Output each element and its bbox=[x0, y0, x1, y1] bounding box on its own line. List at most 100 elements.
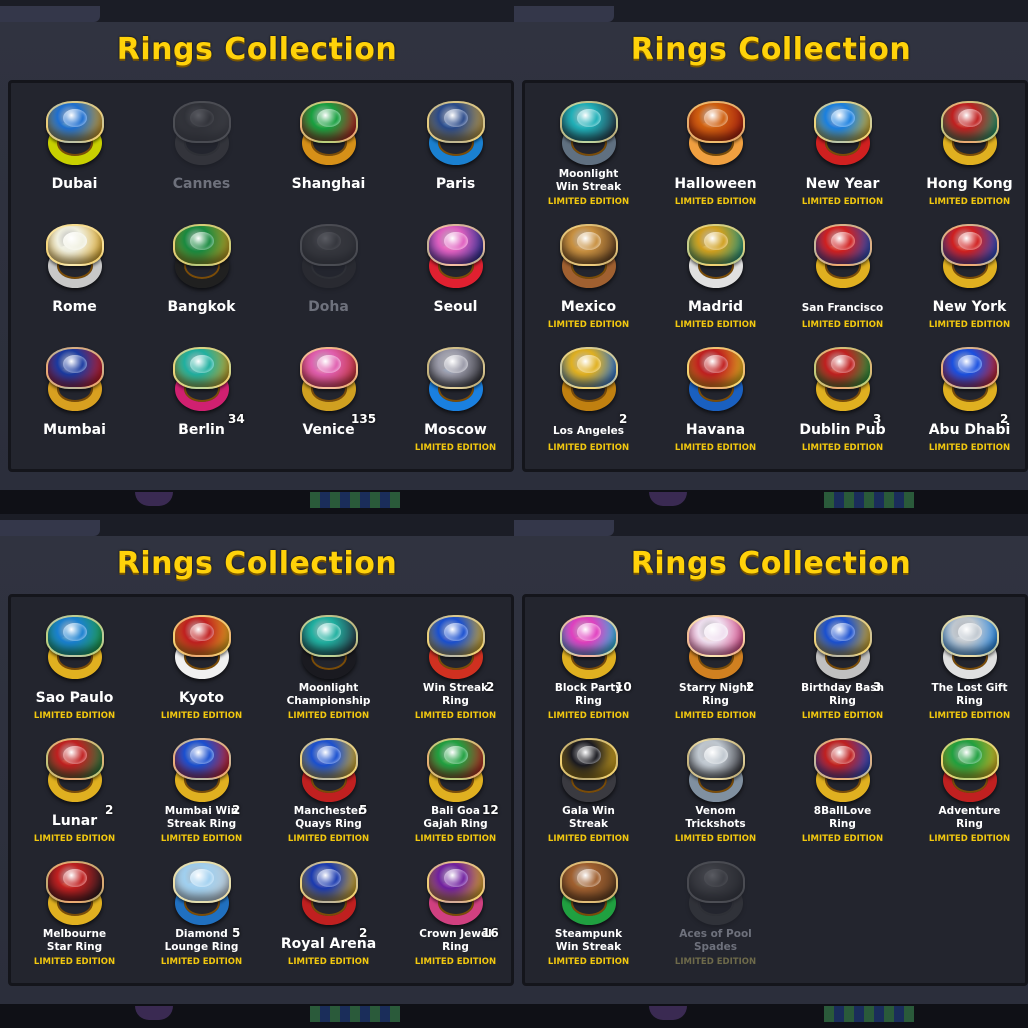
ring-icon bbox=[558, 99, 620, 167]
ring-name: 8BallLove Ring bbox=[813, 805, 872, 830]
ring-name: Mexico bbox=[560, 299, 617, 315]
limited-edition-label: LIMITED EDITION bbox=[160, 957, 243, 967]
ring-gem bbox=[444, 746, 468, 764]
ring-item[interactable]: Kyoto LIMITED EDITION bbox=[138, 597, 265, 721]
ring-item[interactable]: Bangkok bbox=[138, 206, 265, 329]
ring-name: Venom Trickshots bbox=[685, 805, 746, 830]
ring-name: Halloween bbox=[674, 176, 757, 192]
ring-item[interactable]: 34 Berlin bbox=[138, 329, 265, 452]
ring-item[interactable]: Gala Win Streak LIMITED EDITION bbox=[525, 720, 652, 844]
page-title: Rings Collection bbox=[630, 32, 912, 67]
ring-item[interactable]: Hong Kong LIMITED EDITION bbox=[906, 83, 1028, 207]
limited-edition-label: LIMITED EDITION bbox=[674, 957, 757, 967]
ring-item[interactable]: 12 Bali Goa Gajah Ring LIMITED EDITION bbox=[392, 720, 514, 844]
ring-icon bbox=[939, 736, 1001, 804]
ring-gem bbox=[577, 232, 601, 250]
ring-icon bbox=[171, 345, 233, 413]
ring-item[interactable]: New York LIMITED EDITION bbox=[906, 206, 1028, 330]
ring-icon bbox=[939, 613, 1001, 681]
ring-name: Sao Paulo bbox=[35, 690, 114, 706]
ring-item[interactable]: Dubai bbox=[11, 83, 138, 206]
ring-item[interactable]: Cannes bbox=[138, 83, 265, 206]
ring-item[interactable]: 2 Abu Dhabi LIMITED EDITION bbox=[906, 329, 1028, 453]
ring-gem bbox=[444, 869, 468, 887]
ring-item[interactable]: 2 Starry Night Ring LIMITED EDITION bbox=[652, 597, 779, 721]
ring-item[interactable]: Moscow LIMITED EDITION bbox=[392, 329, 514, 453]
ring-item[interactable]: Shanghai bbox=[265, 83, 392, 206]
ring-item[interactable]: 8BallLove Ring LIMITED EDITION bbox=[779, 720, 906, 844]
ring-name: Abu Dhabi bbox=[928, 422, 1011, 438]
ring-gem bbox=[704, 109, 728, 127]
ring-icon bbox=[425, 222, 487, 290]
ring-item[interactable]: The Lost Gift Ring LIMITED EDITION bbox=[906, 597, 1028, 721]
ring-icon bbox=[425, 859, 487, 927]
ring-item[interactable]: Moonlight Win Streak LIMITED EDITION bbox=[525, 83, 652, 207]
ring-gem bbox=[317, 746, 341, 764]
ring-item[interactable]: Steampunk Win Streak LIMITED EDITION bbox=[525, 843, 652, 967]
ring-item[interactable]: Doha bbox=[265, 206, 392, 329]
ring-item[interactable]: Moonlight Championship LIMITED EDITION bbox=[265, 597, 392, 721]
rings-collection-panel-2: Rings Collection Moonlight Win Streak LIMI… bbox=[514, 0, 1028, 514]
ring-item[interactable]: New Year LIMITED EDITION bbox=[779, 83, 906, 207]
ring-item[interactable]: Paris bbox=[392, 83, 514, 206]
ring-item[interactable]: Seoul bbox=[392, 206, 514, 329]
ring-name: Berlin bbox=[178, 422, 225, 438]
ring-icon bbox=[298, 222, 360, 290]
ring-name: Hong Kong bbox=[926, 176, 1013, 192]
ring-item[interactable]: Venom Trickshots LIMITED EDITION bbox=[652, 720, 779, 844]
ring-name: Paris bbox=[435, 176, 476, 192]
ring-name: Havana bbox=[685, 422, 746, 438]
ring-item[interactable]: 2 Lunar LIMITED EDITION bbox=[11, 720, 138, 844]
ring-item[interactable]: 2 Royal Arena LIMITED EDITION bbox=[265, 843, 392, 967]
ring-item[interactable]: San Francisco LIMITED EDITION bbox=[779, 206, 906, 330]
limited-edition-label: LIMITED EDITION bbox=[414, 443, 497, 453]
ring-icon bbox=[558, 222, 620, 290]
ring-item[interactable]: 16 Crown Jewel Ring LIMITED EDITION bbox=[392, 843, 514, 967]
limited-edition-label: LIMITED EDITION bbox=[547, 443, 630, 453]
ring-item[interactable]: 5 Diamond Lounge Ring LIMITED EDITION bbox=[138, 843, 265, 967]
ring-gem bbox=[577, 746, 601, 764]
ring-item[interactable]: Rome bbox=[11, 206, 138, 329]
ring-item[interactable]: Aces of Pool Spades LIMITED EDITION bbox=[652, 843, 779, 967]
ring-name: Steampunk Win Streak bbox=[554, 928, 623, 953]
ring-item[interactable]: Mumbai bbox=[11, 329, 138, 452]
ring-icon bbox=[44, 222, 106, 290]
ring-count-badge: 2 bbox=[619, 412, 628, 426]
ring-item[interactable]: Halloween LIMITED EDITION bbox=[652, 83, 779, 207]
ring-item[interactable]: 135 Venice bbox=[265, 329, 392, 452]
ring-name: Moscow bbox=[424, 422, 487, 438]
tab-stub bbox=[0, 6, 100, 22]
ring-name: Shanghai bbox=[291, 176, 366, 192]
ring-item[interactable]: Mexico LIMITED EDITION bbox=[525, 206, 652, 330]
ring-item[interactable]: 2 Mumbai Win Streak Ring LIMITED EDITION bbox=[138, 720, 265, 844]
ring-name: Los Angeles bbox=[552, 425, 625, 437]
page-title: Rings Collection bbox=[630, 546, 912, 581]
page-title: Rings Collection bbox=[116, 32, 398, 67]
ring-item[interactable]: 2 Los Angeles LIMITED EDITION bbox=[525, 329, 652, 453]
ring-item[interactable]: Adventure Ring LIMITED EDITION bbox=[906, 720, 1028, 844]
ring-name: Bali Goa Gajah Ring bbox=[423, 805, 488, 830]
tab-stub bbox=[0, 520, 100, 536]
ring-icon bbox=[171, 222, 233, 290]
ring-item[interactable]: Havana LIMITED EDITION bbox=[652, 329, 779, 453]
ring-item[interactable]: 5 Manchester Quays Ring LIMITED EDITION bbox=[265, 720, 392, 844]
ring-item[interactable]: 3 Birthday Bash Ring LIMITED EDITION bbox=[779, 597, 906, 721]
ring-icon bbox=[171, 613, 233, 681]
ring-gem bbox=[958, 232, 982, 250]
ring-icon bbox=[298, 99, 360, 167]
ring-item[interactable]: Madrid LIMITED EDITION bbox=[652, 206, 779, 330]
ring-item[interactable]: 10 Block Party Ring LIMITED EDITION bbox=[525, 597, 652, 721]
ring-gem bbox=[831, 355, 855, 373]
ring-item[interactable]: 2 Win Streak Ring LIMITED EDITION bbox=[392, 597, 514, 721]
ring-name: Moonlight Championship bbox=[286, 682, 371, 707]
ring-name: Madrid bbox=[687, 299, 744, 315]
ring-grid: Sao Paulo LIMITED EDITION Kyoto LIMITED EDI… bbox=[8, 594, 514, 986]
ring-item[interactable]: Sao Paulo LIMITED EDITION bbox=[11, 597, 138, 721]
ring-item[interactable]: 3 Dublin Pub LIMITED EDITION bbox=[779, 329, 906, 453]
ring-icon bbox=[939, 222, 1001, 290]
ring-icon bbox=[685, 222, 747, 290]
ring-gem bbox=[831, 746, 855, 764]
ring-name: New Year bbox=[805, 176, 880, 192]
ring-item[interactable]: Melbourne Star Ring LIMITED EDITION bbox=[11, 843, 138, 967]
ring-grid: 10 Block Party Ring LIMITED EDITION 2 Starry… bbox=[522, 594, 1028, 986]
